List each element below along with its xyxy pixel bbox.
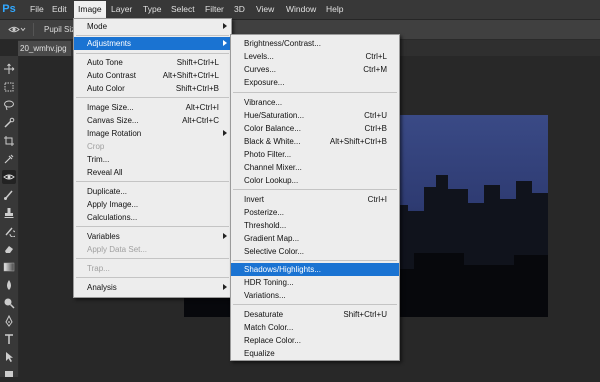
type-tool-icon[interactable] xyxy=(2,332,16,346)
menu-separator xyxy=(233,189,397,190)
adj-equalize[interactable]: Equalize xyxy=(231,347,399,360)
image-menu-trap: Trap... xyxy=(87,264,110,273)
menu-image[interactable]: Image xyxy=(74,1,106,18)
image-menu-crop: Crop xyxy=(87,142,105,151)
adj-hue-saturation[interactable]: Hue/Saturation... Ctrl+U xyxy=(231,109,399,122)
image-menu-apply-image[interactable]: Apply Image... xyxy=(74,198,231,211)
image-menu-analysis[interactable]: Analysis xyxy=(74,281,231,294)
eyedropper-tool-icon[interactable] xyxy=(2,152,16,166)
menu-view[interactable]: View xyxy=(256,4,274,15)
submenu-arrow-icon xyxy=(223,233,227,239)
menu-file[interactable]: File xyxy=(30,4,44,15)
options-separator xyxy=(33,23,34,36)
history-brush-tool-icon[interactable] xyxy=(2,224,16,238)
menu-help[interactable]: Help xyxy=(326,4,343,15)
adj-replace-color[interactable]: Replace Color... xyxy=(231,334,399,347)
image-menu-auto-color[interactable]: Auto Color Shift+Ctrl+B xyxy=(74,82,231,95)
lasso-tool-icon[interactable] xyxy=(2,98,16,112)
adj-channel-mixer[interactable]: Channel Mixer... xyxy=(231,161,399,174)
photoshop-logo: Ps xyxy=(2,3,16,15)
adj-shadows-highlights[interactable]: Shadows/Highlights... xyxy=(231,263,399,276)
stamp-tool-icon[interactable] xyxy=(2,206,16,220)
submenu-arrow-icon xyxy=(223,284,227,290)
submenu-arrow-icon xyxy=(223,40,227,46)
brush-tool-icon[interactable] xyxy=(2,188,16,202)
adj-posterize[interactable]: Posterize... xyxy=(231,206,399,219)
menu-separator xyxy=(76,53,229,54)
menu-separator xyxy=(233,304,397,305)
menu-separator xyxy=(76,35,229,36)
image-menu-duplicate[interactable]: Duplicate... xyxy=(74,185,231,198)
adj-photo-filter[interactable]: Photo Filter... xyxy=(231,148,399,161)
adj-threshold[interactable]: Threshold... xyxy=(231,219,399,232)
image-menu-canvas-size[interactable]: Canvas Size... Alt+Ctrl+C xyxy=(74,114,231,127)
adj-hdr-toning[interactable]: HDR Toning... xyxy=(231,276,399,289)
menu-separator xyxy=(76,181,229,182)
marquee-tool-icon[interactable] xyxy=(2,80,16,94)
menu-separator xyxy=(233,260,397,261)
menu-layer[interactable]: Layer xyxy=(111,4,132,15)
adj-variations[interactable]: Variations... xyxy=(231,289,399,302)
crop-tool-icon[interactable] xyxy=(2,134,16,148)
menu-type[interactable]: Type xyxy=(143,4,161,15)
image-menu-image-rotation[interactable]: Image Rotation xyxy=(74,127,231,140)
adj-color-lookup[interactable]: Color Lookup... xyxy=(231,174,399,187)
adj-match-color[interactable]: Match Color... xyxy=(231,321,399,334)
submenu-arrow-icon xyxy=(223,23,227,29)
pen-tool-icon[interactable] xyxy=(2,314,16,328)
menu-separator xyxy=(76,258,229,259)
eraser-tool-icon[interactable] xyxy=(2,242,16,256)
gradient-tool-icon[interactable] xyxy=(2,260,16,274)
submenu-arrow-icon xyxy=(223,130,227,136)
image-menu-auto-tone[interactable]: Auto Tone Shift+Ctrl+L xyxy=(74,56,231,69)
adj-selective-color[interactable]: Selective Color... xyxy=(231,245,399,258)
adj-desaturate[interactable]: Desaturate Shift+Ctrl+U xyxy=(231,308,399,321)
adj-brightness-contrast[interactable]: Brightness/Contrast... xyxy=(231,37,399,50)
image-menu: Mode Adjustments Auto Tone Shift+Ctrl+L A… xyxy=(73,18,232,298)
blur-tool-icon[interactable] xyxy=(2,278,16,292)
menu-select[interactable]: Select xyxy=(171,4,195,15)
image-menu-calculations[interactable]: Calculations... xyxy=(74,211,231,224)
adjustments-submenu: Brightness/Contrast... Levels... Ctrl+L C… xyxy=(230,34,400,361)
quick-selection-tool-icon[interactable] xyxy=(2,116,16,130)
adj-black-white[interactable]: Black & White... Alt+Shift+Ctrl+B xyxy=(231,135,399,148)
menu-bar: Ps File Edit Image Layer Type Select Fil… xyxy=(0,0,600,20)
image-menu-adjustments[interactable]: Adjustments xyxy=(74,37,231,50)
dodge-tool-icon[interactable] xyxy=(2,296,16,310)
menu-window[interactable]: Window xyxy=(286,4,316,15)
red-eye-tool-icon[interactable] xyxy=(8,24,26,35)
adj-gradient-map[interactable]: Gradient Map... xyxy=(231,232,399,245)
move-tool-icon[interactable] xyxy=(2,62,16,76)
red-eye-tool-selected-icon[interactable] xyxy=(2,170,16,184)
adj-exposure[interactable]: Exposure... xyxy=(231,76,399,89)
shape-tool-icon[interactable] xyxy=(2,368,16,382)
adj-levels[interactable]: Levels... Ctrl+L xyxy=(231,50,399,63)
adj-invert[interactable]: Invert Ctrl+I xyxy=(231,193,399,206)
document-tab[interactable]: 20_wmhv.jpg xyxy=(18,41,71,56)
menu-separator xyxy=(76,277,229,278)
menu-edit[interactable]: Edit xyxy=(52,4,67,15)
image-menu-apply-data-set: Apply Data Set... xyxy=(87,245,148,254)
menu-separator xyxy=(76,226,229,227)
menu-filter[interactable]: Filter xyxy=(205,4,224,15)
image-menu-variables[interactable]: Variables xyxy=(74,230,231,243)
tools-panel xyxy=(0,56,19,377)
image-menu-trim[interactable]: Trim... xyxy=(74,153,231,166)
menu-3d[interactable]: 3D xyxy=(234,4,245,15)
path-selection-tool-icon[interactable] xyxy=(2,350,16,364)
image-menu-reveal-all[interactable]: Reveal All xyxy=(74,166,231,179)
adj-vibrance[interactable]: Vibrance... xyxy=(231,96,399,109)
pupil-size-label: Pupil Siz xyxy=(44,25,76,34)
image-menu-image-size[interactable]: Image Size... Alt+Ctrl+I xyxy=(74,101,231,114)
menu-separator xyxy=(76,97,229,98)
image-menu-auto-contrast[interactable]: Auto Contrast Alt+Shift+Ctrl+L xyxy=(74,69,231,82)
adj-curves[interactable]: Curves... Ctrl+M xyxy=(231,63,399,76)
image-menu-mode[interactable]: Mode xyxy=(74,20,231,33)
adj-color-balance[interactable]: Color Balance... Ctrl+B xyxy=(231,122,399,135)
menu-separator xyxy=(233,92,397,93)
